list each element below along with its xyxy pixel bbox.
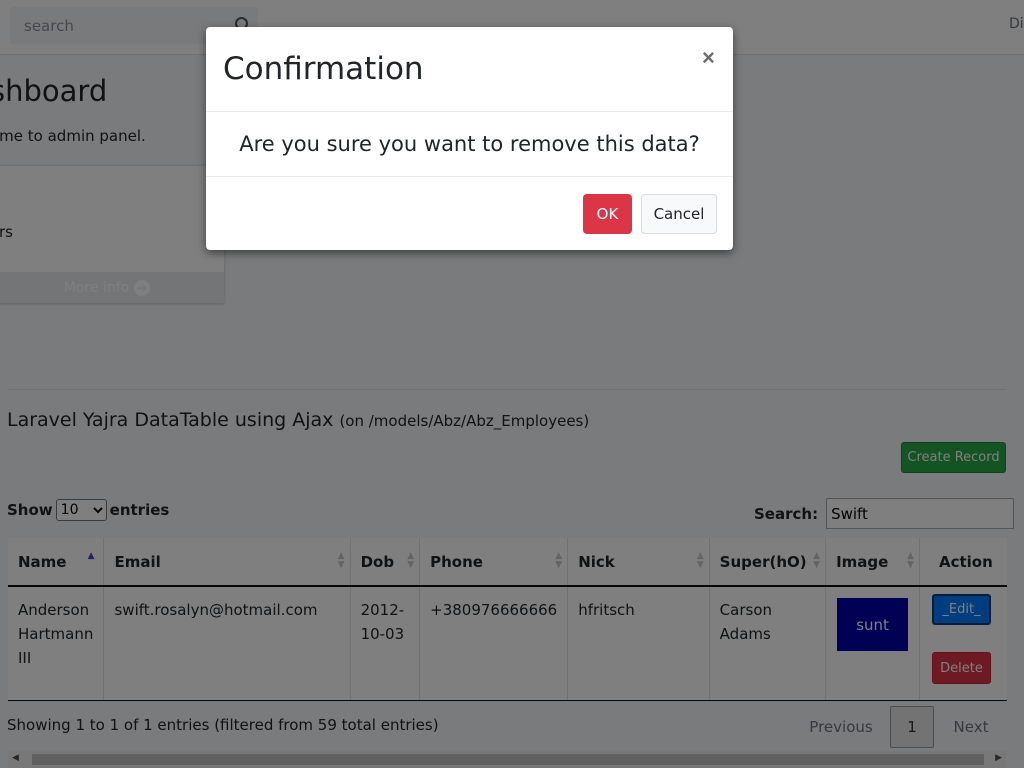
modal-body: Are you sure you want to remove this dat… <box>206 112 733 177</box>
confirmation-message: Are you sure you want to remove this dat… <box>239 132 700 156</box>
confirmation-dialog: Confirmation × Are you sure you want to … <box>206 27 733 250</box>
close-icon[interactable]: × <box>702 45 715 71</box>
modal-header: Confirmation × <box>206 27 733 112</box>
ok-button[interactable]: OK <box>583 194 632 234</box>
cancel-button[interactable]: Cancel <box>641 194 717 234</box>
modal-title: Confirmation <box>223 51 424 87</box>
modal-footer: OK Cancel <box>206 177 733 250</box>
